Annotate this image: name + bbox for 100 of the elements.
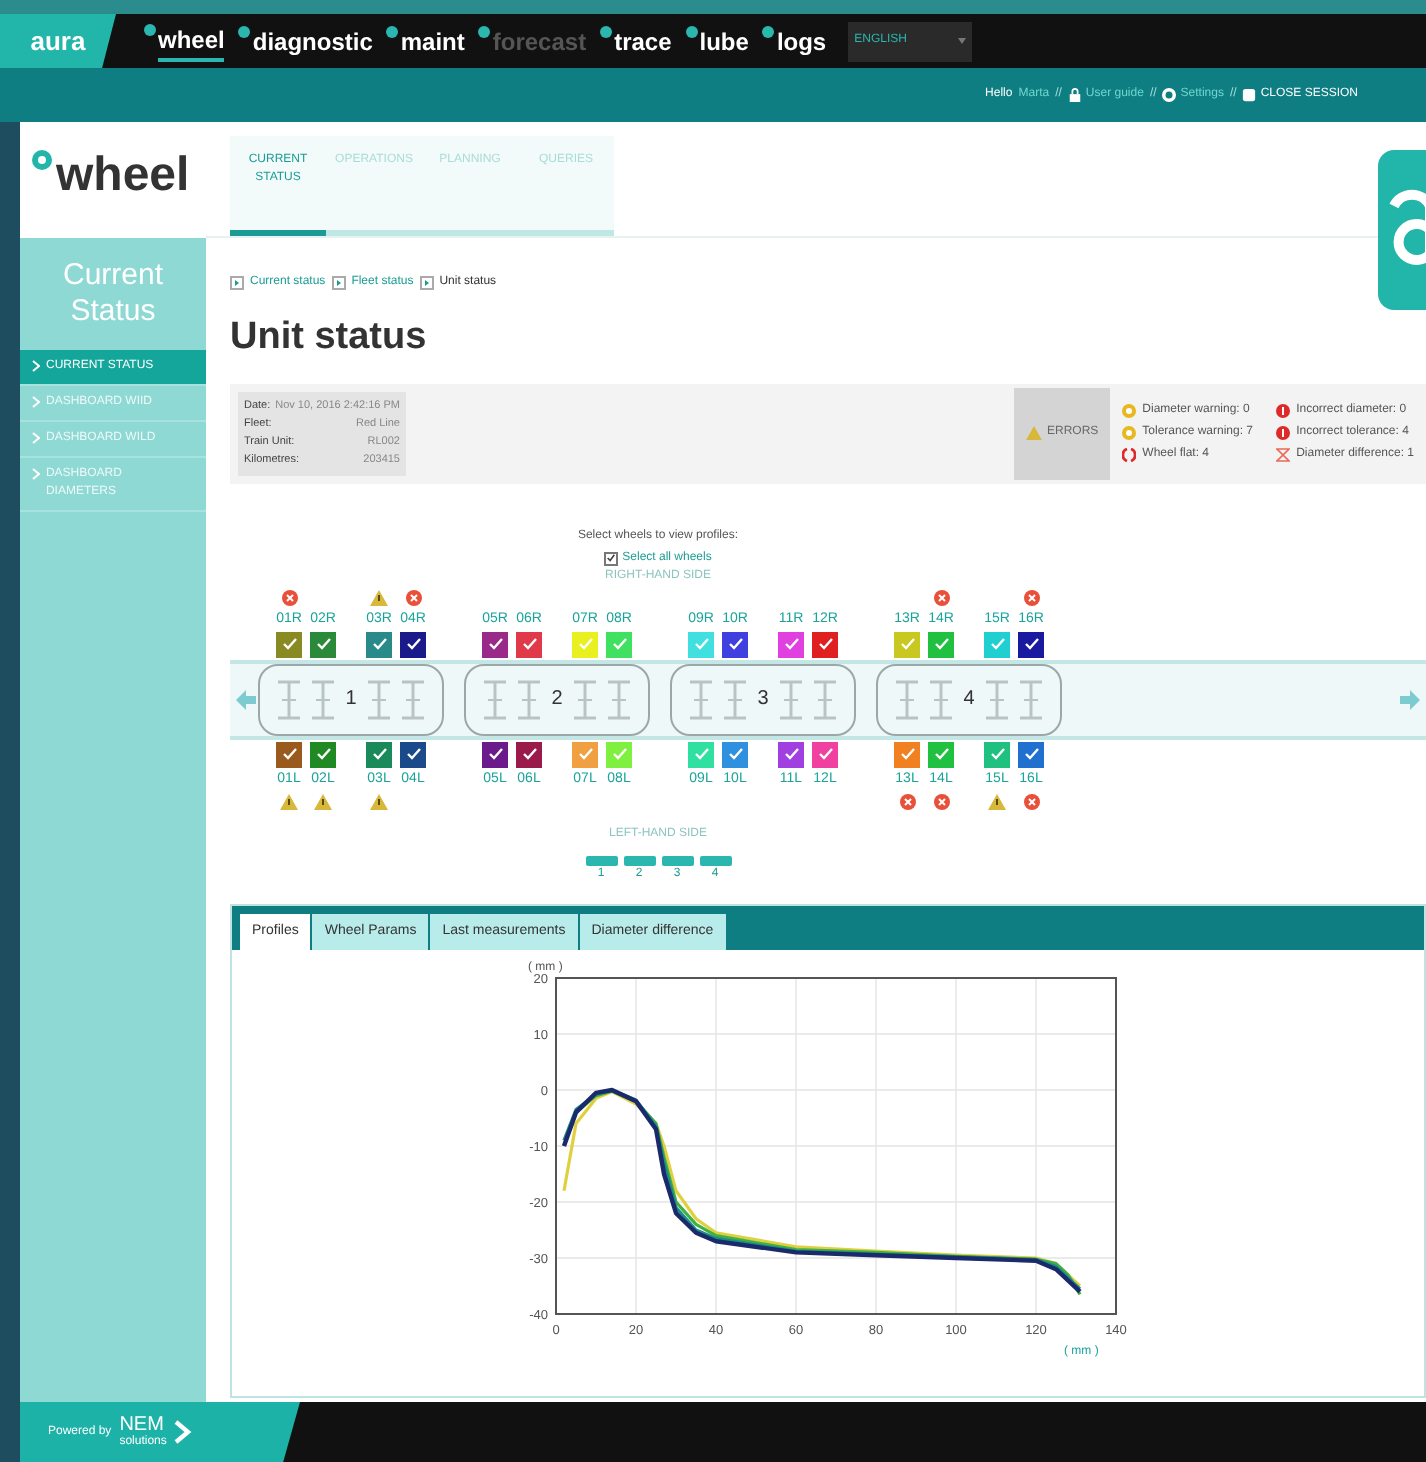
- wheel-checkbox[interactable]: [366, 631, 392, 657]
- axle-drawing: [688, 677, 714, 721]
- axle-drawing: [928, 677, 954, 721]
- dot-icon: [600, 25, 613, 37]
- chevron-icon: [32, 468, 40, 480]
- check-icon: [315, 746, 331, 762]
- check-icon: [611, 636, 627, 652]
- check-icon: [989, 636, 1005, 652]
- error-dot-icon: [1276, 404, 1291, 418]
- wheel-checkbox[interactable]: [928, 631, 954, 657]
- axle-drawing: [310, 677, 336, 721]
- module-link[interactable]: lube: [699, 23, 749, 59]
- axle-drawing: [516, 677, 542, 721]
- sidebar-title: Current Status: [60, 256, 166, 332]
- wheel-checkbox[interactable]: [928, 741, 954, 767]
- wheel-checkbox[interactable]: [688, 741, 714, 767]
- check-icon: [817, 636, 833, 652]
- wheel-checkbox[interactable]: [366, 741, 392, 767]
- check-icon: [315, 636, 331, 652]
- wheel-checkbox[interactable]: [894, 741, 920, 767]
- chevron-icon: [32, 360, 40, 372]
- module-link[interactable]: logs: [776, 23, 827, 59]
- check-icon: [487, 746, 503, 762]
- error-icon: [1023, 589, 1039, 605]
- axle-drawing: [984, 677, 1010, 721]
- caret-icon: [958, 38, 967, 44]
- wheel-checkbox[interactable]: [516, 631, 542, 657]
- wheel-checkbox[interactable]: [778, 631, 804, 657]
- axle-drawing: [482, 677, 508, 721]
- error-icon: [933, 793, 949, 809]
- wheel-checkbox[interactable]: [400, 741, 426, 767]
- axle-drawing: [722, 677, 748, 721]
- dot-icon: [685, 25, 698, 37]
- dot-icon: [238, 25, 251, 37]
- wheel-checkbox[interactable]: [722, 741, 748, 767]
- wheel-checkbox[interactable]: [812, 631, 838, 657]
- settings-icon: [1162, 88, 1177, 102]
- error-icon: [1023, 793, 1039, 809]
- axle-drawing: [778, 677, 804, 721]
- wheel-checkbox[interactable]: [984, 741, 1010, 767]
- wheel-checkbox[interactable]: [276, 631, 302, 657]
- car-number: 4: [961, 686, 977, 714]
- wheel-checkbox[interactable]: [1018, 631, 1044, 657]
- wheel-checkbox[interactable]: [1018, 741, 1044, 767]
- check-icon: [577, 636, 593, 652]
- brand-name: NEM: [119, 1416, 164, 1436]
- car-number: 2: [549, 686, 565, 714]
- app-logo: wheel: [56, 150, 190, 202]
- mini-car-icon: [661, 855, 693, 865]
- wheel-checkbox[interactable]: [688, 631, 714, 657]
- wheel-checkbox[interactable]: [572, 631, 598, 657]
- wheel-flat-icon: [1122, 448, 1137, 462]
- check-icon: [611, 746, 627, 762]
- chevron-icon: [174, 1420, 193, 1444]
- wheel-checkbox[interactable]: [606, 741, 632, 767]
- logo-icon: [32, 150, 52, 170]
- wheel-checkbox[interactable]: [572, 741, 598, 767]
- check-icon: [783, 746, 799, 762]
- chevron-icon: [419, 276, 434, 290]
- module-link[interactable]: diagnostic: [252, 23, 373, 59]
- wheel-checkbox[interactable]: [516, 741, 542, 767]
- check-icon: [487, 636, 503, 652]
- wheel-checkbox[interactable]: [482, 741, 508, 767]
- module-link[interactable]: trace: [614, 23, 672, 59]
- axle-drawing: [572, 677, 598, 721]
- check-icon: [371, 746, 387, 762]
- check-icon: [405, 746, 421, 762]
- wheel-checkbox[interactable]: [276, 741, 302, 767]
- check-icon: [405, 636, 421, 652]
- check-icon: [281, 746, 297, 762]
- module-link[interactable]: wheel: [158, 21, 225, 61]
- wheel-checkbox[interactable]: [812, 741, 838, 767]
- module-link[interactable]: maint: [400, 23, 465, 59]
- chevron-icon: [32, 432, 40, 444]
- select-all-checkbox[interactable]: [604, 551, 619, 565]
- wheel-checkbox[interactable]: [482, 631, 508, 657]
- arrow-left-icon: [236, 689, 256, 709]
- chevron-icon: [230, 276, 244, 290]
- check-icon: [989, 746, 1005, 762]
- warning-dot-icon: [1122, 426, 1137, 440]
- wheel-checkbox[interactable]: [778, 741, 804, 767]
- error-icon: [933, 589, 949, 605]
- dot-icon: [762, 25, 775, 37]
- wheel-checkbox[interactable]: [310, 741, 336, 767]
- check-icon: [899, 746, 915, 762]
- dot-icon: [478, 25, 491, 37]
- warning-icon: [988, 793, 1006, 809]
- chevron-icon: [331, 276, 346, 290]
- dot-icon: [386, 25, 399, 37]
- check-icon: [783, 636, 799, 652]
- car-number: 3: [755, 686, 771, 714]
- wheel-checkbox[interactable]: [400, 631, 426, 657]
- check-icon: [1023, 636, 1039, 652]
- wheel-checkbox[interactable]: [722, 631, 748, 657]
- wheel-checkbox[interactable]: [894, 631, 920, 657]
- check-icon: [371, 636, 387, 652]
- warning-dot-icon: [1122, 404, 1137, 418]
- wheel-checkbox[interactable]: [984, 631, 1010, 657]
- wheel-checkbox[interactable]: [606, 631, 632, 657]
- wheel-checkbox[interactable]: [310, 631, 336, 657]
